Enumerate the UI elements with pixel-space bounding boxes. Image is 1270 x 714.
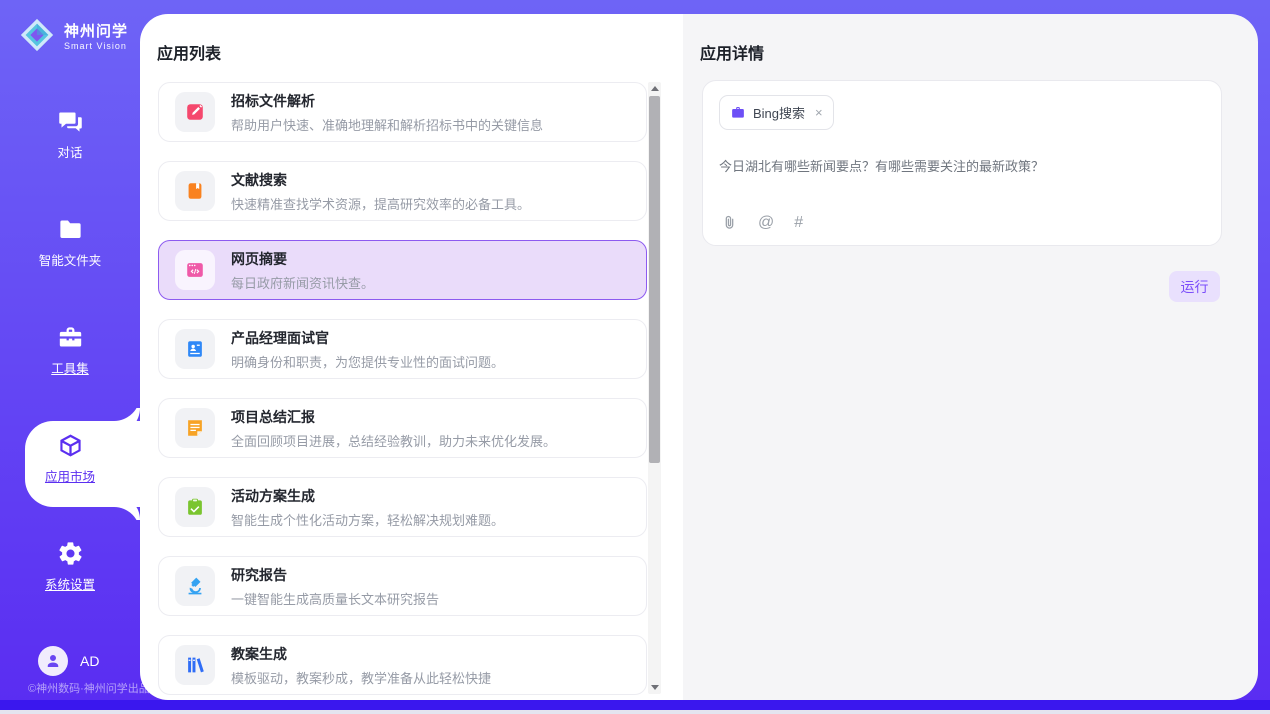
app-card-research-report[interactable]: 研究报告 一键智能生成高质量长文本研究报告	[158, 556, 647, 616]
app-card-title: 网页摘要	[231, 249, 374, 269]
book-icon	[184, 180, 206, 202]
scrollbar-up-arrow[interactable]	[648, 82, 661, 95]
bottom-accent-bar	[0, 700, 1270, 710]
app-card-list: 招标文件解析 帮助用户快速、准确地理解和解析招标书中的关键信息 文献搜索 快速精…	[158, 82, 647, 697]
brand-name: 神州问学	[64, 20, 128, 41]
hashtag-icon[interactable]: #	[794, 215, 803, 231]
books-icon	[184, 654, 206, 676]
app-card-title: 活动方案生成	[231, 486, 504, 506]
gear-icon	[57, 540, 84, 567]
app-card-literature-search[interactable]: 文献搜索 快速精准查找学术资源，提高研究效率的必备工具。	[158, 161, 647, 221]
attachment-toolbar: @ #	[721, 214, 803, 231]
app-icon-tile	[175, 92, 215, 132]
app-icon-tile	[175, 171, 215, 211]
brand-logo: 神州问学 Smart Vision	[18, 16, 128, 54]
cube-icon	[57, 432, 84, 459]
copyright-footer: ©神州数码·神州问学出品	[28, 680, 150, 696]
pencil-square-icon	[184, 101, 206, 123]
app-icon-tile	[175, 487, 215, 527]
sidebar-item-smart-folder[interactable]: 智能文件夹	[0, 211, 140, 273]
sidebar-label-smart-folder: 智能文件夹	[39, 250, 102, 269]
folder-icon	[57, 216, 84, 243]
sidebar-label-settings: 系统设置	[45, 574, 95, 593]
run-button[interactable]: 运行	[1169, 271, 1220, 302]
app-card-title: 研究报告	[231, 565, 439, 585]
app-card-project-summary[interactable]: 项目总结汇报 全面回顾项目进展，总结经验教训，助力未来优化发展。	[158, 398, 647, 458]
app-card-desc: 每日政府新闻资讯快查。	[231, 273, 374, 292]
app-card-desc: 快速精准查找学术资源，提高研究效率的必备工具。	[231, 194, 530, 213]
sidebar-label-app-market: 应用市场	[45, 466, 95, 485]
tag-close-icon[interactable]: ×	[815, 106, 823, 119]
clipboard-check-icon	[184, 496, 206, 518]
app-card-pm-interviewer[interactable]: 产品经理面试官 明确身份和职责，为您提供专业性的面试问题。	[158, 319, 647, 379]
sidebar-item-toolset[interactable]: 工具集	[0, 319, 140, 381]
app-card-desc: 帮助用户快速、准确地理解和解析招标书中的关键信息	[231, 115, 543, 134]
avatar	[38, 646, 68, 676]
sidebar-label-toolset: 工具集	[51, 358, 89, 377]
app-card-bid-parse[interactable]: 招标文件解析 帮助用户快速、准确地理解和解析招标书中的关键信息	[158, 82, 647, 142]
app-icon-tile	[175, 408, 215, 448]
content-shell: 应用列表 招标文件解析 帮助用户快速、准确地理解和解析招标书中的关键信息	[140, 14, 1258, 700]
app-list-panel: 应用列表 招标文件解析 帮助用户快速、准确地理解和解析招标书中的关键信息	[140, 14, 683, 700]
browser-code-icon	[184, 259, 206, 281]
bottom-edge-strip	[0, 710, 1270, 714]
person-document-icon	[184, 338, 206, 360]
mention-icon[interactable]: @	[758, 215, 774, 231]
app-card-title: 教案生成	[231, 644, 491, 664]
brand-text: 神州问学 Smart Vision	[64, 20, 128, 51]
app-card-lesson-plan[interactable]: 教案生成 模板驱动，教案秒成，教学准备从此轻松快捷	[158, 635, 647, 695]
user-name: AD	[80, 653, 99, 669]
app-icon-tile	[175, 566, 215, 606]
sidebar-item-settings[interactable]: 系统设置	[0, 535, 140, 597]
app-card-title: 产品经理面试官	[231, 328, 504, 348]
scrollbar-down-arrow[interactable]	[648, 681, 661, 694]
tool-tag-bing-search[interactable]: Bing搜索 ×	[719, 95, 834, 130]
app-card-desc: 一键智能生成高质量长文本研究报告	[231, 589, 439, 608]
memo-icon	[184, 417, 206, 439]
prompt-card: Bing搜索 × 今日湖北有哪些新闻要点？有哪些需要关注的最新政策？ @ #	[702, 80, 1222, 246]
app-card-desc: 智能生成个性化活动方案，轻松解决规划难题。	[231, 510, 504, 529]
brand-diamond-icon	[18, 16, 56, 54]
app-icon-tile	[175, 645, 215, 685]
paperclip-icon[interactable]	[721, 214, 738, 231]
toolbox-icon	[57, 324, 84, 351]
prompt-input[interactable]: 今日湖北有哪些新闻要点？有哪些需要关注的最新政策？	[719, 156, 1205, 175]
app-card-title: 项目总结汇报	[231, 407, 556, 427]
app-list-scrollbar[interactable]	[648, 82, 661, 694]
app-card-desc: 全面回顾项目进展，总结经验教训，助力未来优化发展。	[231, 431, 556, 450]
tool-tag-label: Bing搜索	[753, 103, 805, 122]
sidebar-item-chat[interactable]: 对话	[0, 103, 140, 165]
app-detail-title: 应用详情	[700, 40, 764, 64]
app-icon-tile	[175, 250, 215, 290]
chat-icon	[57, 108, 84, 135]
sidebar: 神州问学 Smart Vision 对话 智能文件夹 工具集 应用市场 系统	[0, 0, 140, 714]
person-icon	[44, 652, 62, 670]
sidebar-item-app-market[interactable]: 应用市场	[0, 427, 140, 489]
brand-tagline: Smart Vision	[64, 41, 128, 51]
app-detail-panel: 应用详情 Bing搜索 × 今日湖北有哪些新闻要点？有哪些需要关注的最新政策？ …	[683, 14, 1258, 700]
briefcase-icon	[730, 105, 746, 121]
app-card-title: 招标文件解析	[231, 91, 543, 111]
user-account[interactable]: AD	[38, 646, 99, 676]
scrollbar-thumb[interactable]	[649, 96, 660, 463]
microscope-icon	[184, 575, 206, 597]
app-card-event-plan[interactable]: 活动方案生成 智能生成个性化活动方案，轻松解决规划难题。	[158, 477, 647, 537]
app-card-web-summary[interactable]: 网页摘要 每日政府新闻资讯快查。	[158, 240, 647, 300]
app-list-title: 应用列表	[157, 40, 221, 64]
app-card-desc: 明确身份和职责，为您提供专业性的面试问题。	[231, 352, 504, 371]
app-card-desc: 模板驱动，教案秒成，教学准备从此轻松快捷	[231, 668, 491, 687]
app-icon-tile	[175, 329, 215, 369]
app-card-title: 文献搜索	[231, 170, 530, 190]
sidebar-label-chat: 对话	[57, 142, 82, 161]
